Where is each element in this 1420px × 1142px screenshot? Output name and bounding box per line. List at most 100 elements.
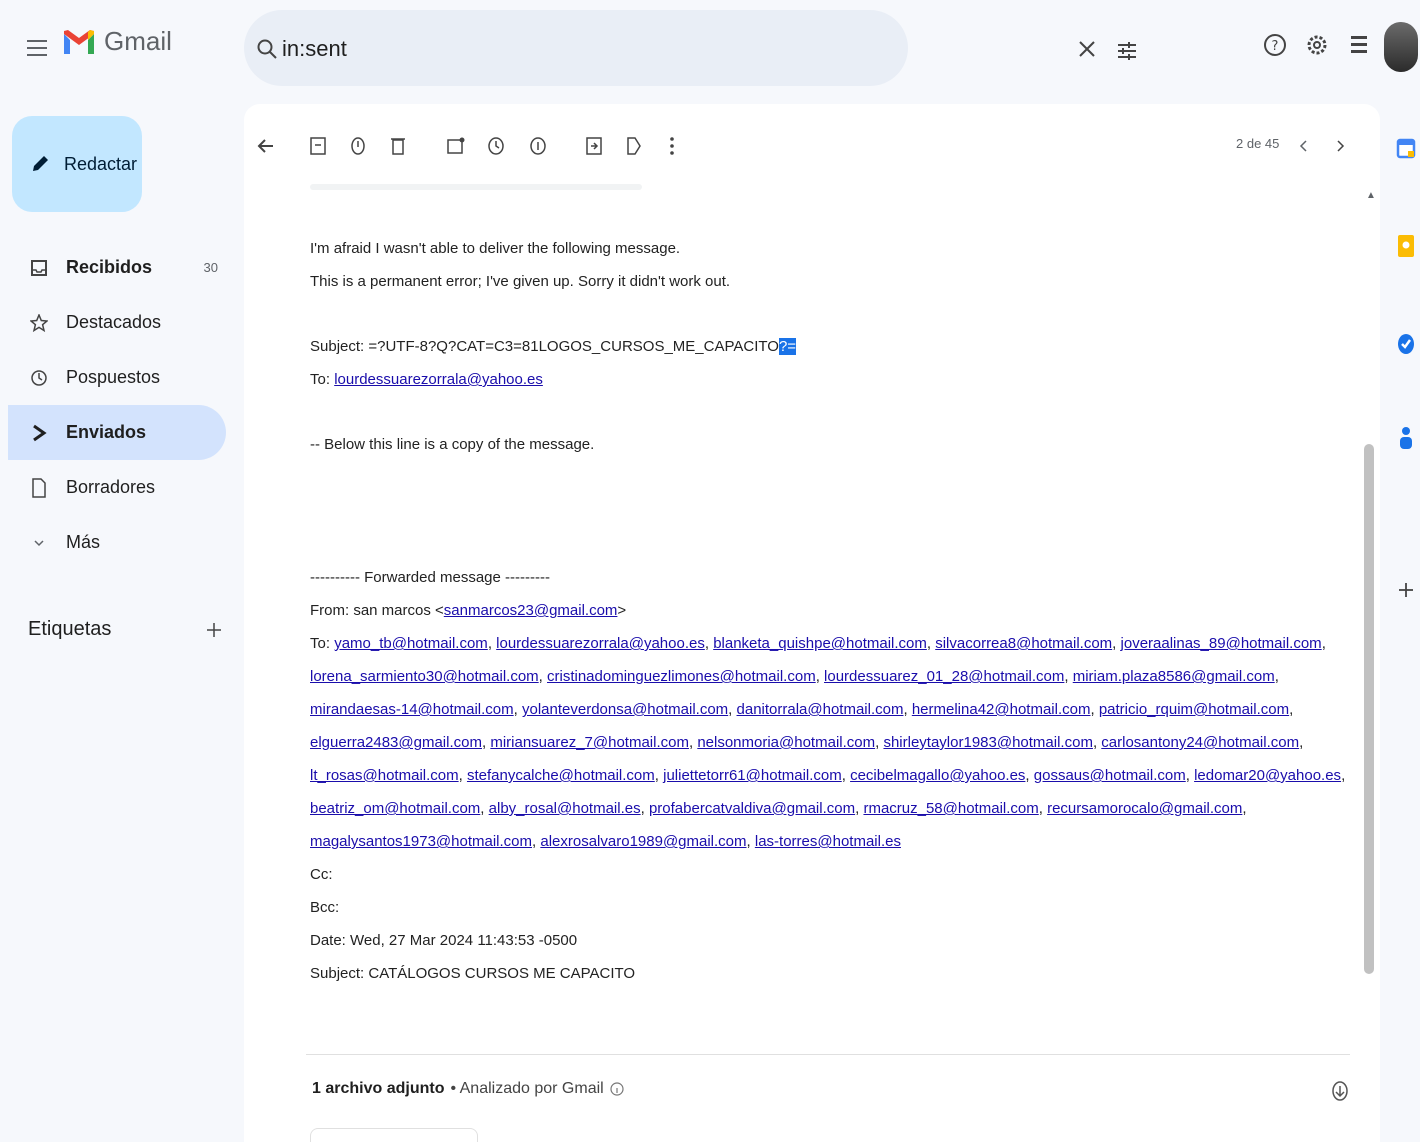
archive-button[interactable] [306, 134, 330, 158]
compose-button[interactable]: Redactar [12, 116, 142, 212]
chevron-left-icon [1299, 140, 1307, 152]
sidebar-item-inbox[interactable]: Recibidos 30 [0, 240, 236, 295]
labels-section-header: Etiquetas [28, 618, 222, 641]
draft-icon [28, 477, 50, 498]
recipient-separator: , [538, 668, 548, 685]
calendar-app-button[interactable] [1392, 134, 1420, 162]
recipient-email-link[interactable]: miriansuarez_7@hotmail.com [490, 734, 689, 751]
recipient-email-link[interactable]: rmacruz_58@hotmail.com [863, 800, 1038, 817]
recipient-separator: , [1299, 734, 1304, 751]
recipient-email-link[interactable]: stefanycalche@hotmail.com [467, 767, 655, 784]
original-to: To: lourdessuarezorrala@yahoo.es [310, 371, 543, 388]
recipient-separator: , [1321, 635, 1326, 652]
recipient-email-link[interactable]: patricio_rquim@hotmail.com [1099, 701, 1289, 718]
help-button[interactable]: ? [1260, 30, 1290, 60]
snooze-button[interactable] [484, 134, 508, 158]
gmail-logo[interactable]: Gmail [62, 26, 172, 57]
search-input[interactable] [282, 32, 842, 66]
recipient-email-link[interactable]: lourdessuarez_01_28@hotmail.com [824, 668, 1064, 685]
recipient-email-link[interactable]: miriam.plaza8586@gmail.com [1073, 668, 1275, 685]
recipient-email-link[interactable]: magalysantos1973@hotmail.com [310, 833, 532, 850]
recipient-separator: , [1185, 767, 1195, 784]
mark-unread-button[interactable] [444, 134, 468, 158]
contacts-app-button[interactable] [1392, 424, 1420, 452]
avatar[interactable] [1384, 22, 1418, 72]
older-button[interactable] [1328, 134, 1352, 158]
recipient-email-link[interactable]: elguerra2483@gmail.com [310, 734, 482, 751]
recipient-email-link[interactable]: blanketa_quishpe@hotmail.com [713, 635, 927, 652]
main-menu-button[interactable] [24, 34, 52, 62]
recipient-email-link[interactable]: lorena_sarmiento30@hotmail.com [310, 668, 539, 685]
search-icon[interactable] [256, 38, 278, 60]
sidebar-item-drafts[interactable]: Borradores [0, 460, 236, 515]
message-body: I'm afraid I wasn't able to deliver the … [310, 232, 1350, 990]
label-icon [627, 137, 641, 155]
move-to-button[interactable] [582, 134, 606, 158]
recipient-email-link[interactable]: gossaus@hotmail.com [1034, 767, 1186, 784]
recipient-email-link[interactable]: lt_rosas@hotmail.com [310, 767, 459, 784]
message-panel: 2 de 45 ▲ I'm afraid I wasn't able to de… [244, 104, 1380, 1142]
attachment-count: 1 archivo adjunto [312, 1080, 445, 1097]
recipient-email-link[interactable]: las-torres@hotmail.es [755, 833, 901, 850]
recipient-email-link[interactable]: recursamorocalo@gmail.com [1047, 800, 1242, 817]
recipient-email-link[interactable]: nelsonmoria@hotmail.com [697, 734, 875, 751]
recipient-email-link[interactable]: yolanteverdonsa@hotmail.com [522, 701, 728, 718]
bounce-line-1: I'm afraid I wasn't able to deliver the … [310, 240, 681, 257]
attachment-chip[interactable] [310, 1128, 478, 1142]
close-icon[interactable] [1078, 40, 1096, 58]
label-button[interactable] [622, 134, 646, 158]
add-task-button[interactable] [526, 134, 550, 158]
delete-button[interactable] [386, 134, 410, 158]
recipient-email-link[interactable]: beatriz_om@hotmail.com [310, 800, 480, 817]
chevron-right-icon [1337, 140, 1345, 152]
keep-app-button[interactable] [1392, 232, 1420, 260]
sidebar-item-more[interactable]: Más [0, 515, 236, 570]
sidebar-item-sent[interactable]: Enviados [8, 405, 226, 460]
more-options-button[interactable] [660, 134, 684, 158]
more-vertical-icon [670, 137, 674, 155]
search-options-icon[interactable] [1116, 40, 1138, 62]
recipient-email-link[interactable]: alby_rosal@hotmail.es [489, 800, 641, 817]
recipient-email-link[interactable]: carlosantony24@hotmail.com [1101, 734, 1299, 751]
recipient-email-link[interactable]: danitorrala@hotmail.com [737, 701, 904, 718]
recipient-email-link[interactable]: ledomar20@yahoo.es [1194, 767, 1341, 784]
sidebar-item-starred[interactable]: Destacados [0, 295, 236, 350]
recipient-email-link[interactable]: yamo_tb@hotmail.com [334, 635, 488, 652]
recipient-email-link[interactable]: shirleytaylor1983@hotmail.com [883, 734, 1092, 751]
recipient-email-link[interactable]: lourdessuarezorrala@yahoo.es [496, 635, 705, 652]
back-button[interactable] [254, 134, 278, 158]
recipient-email-link[interactable]: hermelina42@hotmail.com [912, 701, 1091, 718]
labels-title: Etiquetas [28, 618, 112, 640]
original-subject: Subject: =?UTF-8?Q?CAT=C3=81LOGOS_CURSOS… [310, 338, 797, 355]
compose-label: Redactar [64, 153, 138, 174]
get-addons-button[interactable] [1392, 576, 1420, 604]
recipient-separator: , [513, 701, 522, 718]
report-spam-button[interactable] [346, 134, 370, 158]
recipient-separator: , [1112, 635, 1121, 652]
recipient-email-link[interactable]: cristinadominguezlimones@hotmail.com [547, 668, 816, 685]
apps-button[interactable] [1344, 30, 1374, 60]
settings-button[interactable] [1302, 30, 1332, 60]
recipient-email-link[interactable]: joveraalinas_89@hotmail.com [1121, 635, 1322, 652]
recipient-email-link[interactable]: alexrosalvaro1989@gmail.com [540, 833, 746, 850]
add-to-drive-icon[interactable] [1330, 1080, 1350, 1102]
gmail-m-icon [64, 29, 94, 54]
scroll-up-arrow[interactable]: ▲ [1366, 190, 1376, 201]
message-toolbar: 2 de 45 [244, 104, 1380, 184]
tasks-app-button[interactable] [1392, 330, 1420, 358]
arrow-left-icon [257, 139, 273, 153]
recipient-email-link[interactable]: cecibelmagallo@yahoo.es [850, 767, 1025, 784]
newer-button[interactable] [1292, 134, 1316, 158]
recipient-email-link[interactable]: silvacorrea8@hotmail.com [935, 635, 1112, 652]
recipient-email-link[interactable]: profabercatvaldiva@gmail.com [649, 800, 855, 817]
info-icon[interactable] [610, 1082, 624, 1096]
recipient-separator: , [654, 767, 664, 784]
recipient-email-link[interactable]: juliettetorr61@hotmail.com [663, 767, 842, 784]
sidebar-item-snoozed[interactable]: Pospuestos [0, 350, 236, 405]
attachment-summary: 1 archivo adjunto • Analizado por Gmail [312, 1080, 624, 1098]
add-label-icon[interactable] [206, 622, 222, 638]
scrollbar-thumb[interactable] [1364, 444, 1374, 974]
recipient-email-link[interactable]: mirandaesas-14@hotmail.com [310, 701, 514, 718]
sender-email-link[interactable]: sanmarcos23@gmail.com [444, 602, 618, 619]
recipient-link[interactable]: lourdessuarezorrala@yahoo.es [334, 371, 543, 388]
